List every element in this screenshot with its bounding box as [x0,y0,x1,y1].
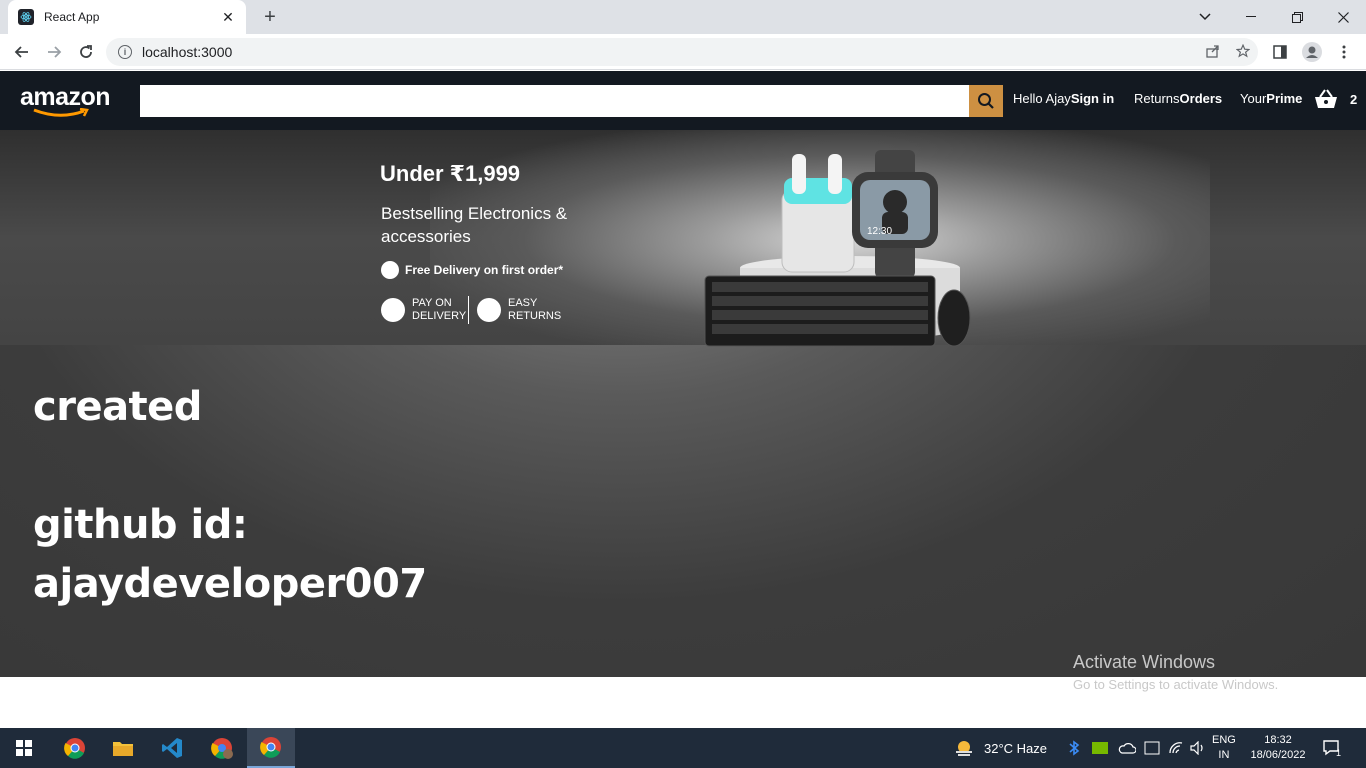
bookmark-star-icon[interactable] [1228,43,1258,61]
browser-toolbar: i localhost:3000 [0,34,1366,70]
chrome-active-icon[interactable] [247,728,295,768]
onedrive-icon[interactable] [1118,742,1136,754]
notification-count: 1 [1336,748,1342,758]
tab-close-icon[interactable]: ✕ [220,9,236,26]
side-panel-icon[interactable] [1268,40,1292,64]
promo-badges: PAY ON DELIVERY EASY RETURNS [381,296,564,324]
weather-text: 32°C Haze [984,740,1048,756]
chrome-profile-icon[interactable] [198,728,246,768]
weather-haze-icon [956,741,972,756]
amazon-header: amazon Hello Ajay Sign in Returns Orders Y… [0,71,1366,130]
returns-text: Returns [1134,91,1180,106]
minimize-icon[interactable] [1228,0,1274,34]
forward-icon[interactable] [42,40,66,64]
watch-time: 12:30 [867,226,892,237]
your-text: Your [1240,91,1267,106]
nav-prime[interactable]: Your Prime [1240,91,1302,106]
activate-windows-title: Activate Windows [1073,652,1216,672]
close-window-icon[interactable] [1320,0,1366,34]
pay-on-delivery-icon [381,298,405,322]
greeting-text: Hello Ajay [1013,91,1071,106]
prime-text: Prime [1266,91,1303,106]
windows-taskbar: 32°C Haze ENG IN 18:32 18/06/2022 1 [0,728,1366,768]
mouse [937,289,971,347]
orders-text: Orders [1179,91,1223,106]
basket-icon [1315,89,1337,108]
delivery-truck-icon [381,261,399,279]
address-bar[interactable]: i localhost:3000 [106,38,1258,66]
new-tab-button[interactable]: + [258,6,282,28]
chrome-icon[interactable] [51,728,99,768]
clock[interactable]: 18:32 18/06/2022 [1248,728,1308,768]
tab-title: React App [44,10,100,24]
clock-date: 18/06/2022 [1250,749,1306,761]
github-id: ajaydeveloper007 [33,561,427,607]
lang-primary: ENG [1212,734,1236,746]
pay-on-delivery-text: PAY ON DELIVERY [412,297,467,322]
nav-sign-in[interactable]: Hello Ajay Sign in [1013,91,1114,106]
language-indicator[interactable]: ENG IN [1212,728,1236,768]
restore-icon[interactable] [1274,0,1320,34]
easy-returns-text: EASY RETURNS [508,297,562,322]
reload-icon[interactable] [74,40,98,64]
profile-avatar-icon[interactable] [1300,40,1324,64]
basket-button[interactable]: 2 [1314,89,1357,109]
search-icon [978,93,994,109]
browser-tab-bar: React App ✕ + [0,0,1366,34]
sign-in-text: Sign in [1070,91,1115,106]
browser-tab[interactable]: React App ✕ [8,0,246,34]
search-button[interactable] [969,85,1003,117]
url-text: localhost:3000 [142,44,233,60]
back-icon[interactable] [10,40,34,64]
promo-subtitle: Bestselling Electronics & accessories [381,204,568,246]
react-icon [18,9,34,25]
easy-returns-icon [477,298,501,322]
hero-section: Under ₹1,999 Bestselling Electronics & a… [0,130,1366,677]
share-icon[interactable] [1198,44,1228,61]
language-ime-icon[interactable] [1144,741,1160,755]
basket-count: 2 [1350,91,1358,107]
notifications-button[interactable]: 1 [1322,728,1341,768]
file-explorer-icon[interactable] [99,728,147,768]
promo-delivery: Free Delivery on first order* [381,261,563,279]
site-info-icon[interactable]: i [118,45,132,59]
volume-icon[interactable] [1190,741,1206,755]
vscode-icon[interactable] [148,728,196,768]
delivery-text: Free Delivery on first order* [405,263,564,277]
bluetooth-icon[interactable] [1068,740,1080,756]
created-text: created [33,384,202,430]
nvidia-icon[interactable] [1092,742,1108,754]
products-image: 12:30 [704,150,971,347]
github-label: github id: [33,502,248,548]
activate-windows-subtitle: Go to Settings to activate Windows. [1073,677,1279,692]
promo-title: Under ₹1,999 [380,161,521,186]
wifi-icon[interactable] [1168,741,1184,755]
windows-start-icon[interactable] [0,728,48,768]
search-input[interactable] [140,85,969,117]
lang-secondary: IN [1218,749,1230,761]
amazon-smile-icon [33,108,89,117]
nav-orders[interactable]: Returns Orders [1134,91,1222,106]
tab-search-icon[interactable] [1182,0,1228,34]
search-bar [140,85,1003,117]
weather-widget[interactable]: 32°C Haze [954,728,1047,768]
menu-kebab-icon[interactable] [1332,40,1356,64]
system-tray-icons [1068,728,1206,768]
clock-time: 18:32 [1264,734,1292,746]
